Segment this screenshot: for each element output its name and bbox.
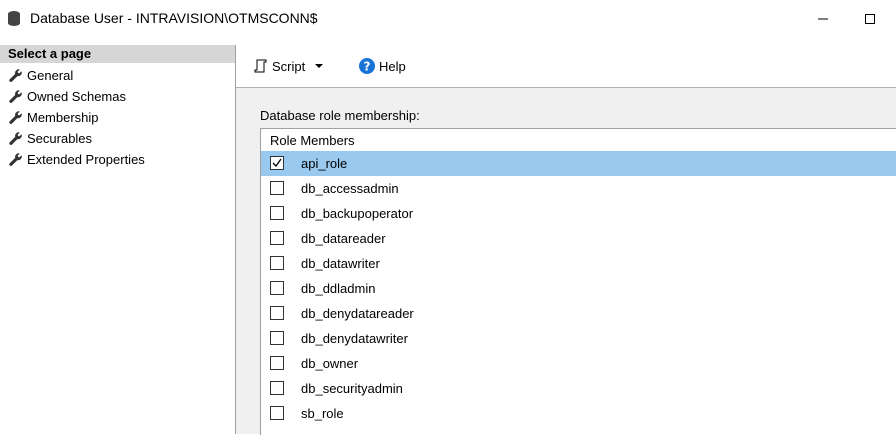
role-checkbox[interactable] [270,231,284,245]
select-page-label: Select a page [8,46,92,61]
role-checkbox[interactable] [270,181,284,195]
page-list: General Owned Schemas Membership Securab… [0,65,235,170]
script-button[interactable]: Script [254,56,325,76]
role-checkbox[interactable] [270,356,284,370]
wrench-icon [9,110,22,124]
page-item-extended-properties[interactable]: Extended Properties [0,149,235,170]
minimize-icon [818,18,828,20]
role-name: db_owner [301,356,359,371]
help-icon: ? [359,58,375,74]
page-item-general[interactable]: General [0,65,235,86]
role-checkbox[interactable] [270,206,284,220]
toolbar: Script ? Help [236,45,896,88]
role-name: db_securityadmin [301,381,403,396]
dropdown-arrow-icon [315,64,324,68]
table-row[interactable]: db_securityadmin [261,376,896,401]
select-page-header: Select a page [0,45,235,63]
table-row[interactable]: db_ddladmin [261,276,896,301]
role-checkbox[interactable] [270,256,284,270]
role-name: db_denydatawriter [301,331,408,346]
maximize-icon [865,14,875,24]
column-header-role-members: Role Members [270,133,355,148]
wrench-icon [9,152,22,166]
help-button[interactable]: ? Help [359,56,406,76]
role-rows: api_role db_accessadmin db_backupoperatord… [261,151,896,426]
role-name: db_denydatareader [301,306,414,321]
table-row[interactable]: sb_role [261,401,896,426]
page-item-label: Owned Schemas [27,89,126,104]
role-name: db_datareader [301,231,386,246]
database-icon [8,11,20,26]
minimize-button[interactable] [800,0,846,38]
table-row[interactable]: db_denydatawriter [261,326,896,351]
role-name: db_backupoperator [301,206,414,221]
table-row[interactable]: db_datawriter [261,251,896,276]
window-title: Database User - INTRAVISION\OTMSCONN$ [30,10,318,26]
script-label: Script [272,58,306,74]
role-name: db_accessadmin [301,181,399,196]
script-icon [254,59,267,73]
section-label: Database role membership: [260,108,420,123]
page-item-membership[interactable]: Membership [0,107,235,128]
role-name: api_role [301,156,348,171]
wrench-icon [9,68,22,82]
table-row[interactable]: db_datareader [261,226,896,251]
role-name: db_ddladmin [301,281,376,296]
table-row[interactable]: db_owner [261,351,896,376]
page-item-label: Extended Properties [27,152,145,167]
role-name: db_datawriter [301,256,380,271]
membership-content: Database role membership: Role Members a… [236,88,896,435]
title-bar: Database User - INTRAVISION\OTMSCONN$ [0,0,896,38]
role-checkbox[interactable] [270,281,284,295]
role-checkbox[interactable] [270,306,284,320]
table-row[interactable]: db_backupoperator [261,201,896,226]
page-item-label: General [27,68,74,83]
page-item-securables[interactable]: Securables [0,128,235,149]
role-checkbox[interactable] [270,406,284,420]
table-row[interactable]: db_denydatareader [261,301,896,326]
close-button[interactable] [886,0,896,38]
wrench-icon [9,131,22,145]
checkmark-icon [272,158,282,168]
table-row[interactable]: db_accessadmin [261,176,896,201]
role-checkbox[interactable] [270,331,284,345]
page-item-owned-schemas[interactable]: Owned Schemas [0,86,235,107]
page-item-label: Securables [27,131,93,146]
role-members-grid: Role Members api_role db_accessadmin db_ba… [260,128,896,435]
help-label: Help [379,58,406,74]
page-item-label: Membership [27,110,99,125]
svg-text:?: ? [364,60,371,74]
role-checkbox[interactable] [270,156,284,170]
role-checkbox[interactable] [270,381,284,395]
table-row[interactable]: api_role [261,151,896,176]
role-name: sb_role [301,406,344,421]
wrench-icon [9,89,22,103]
page-selector-pane: Select a page General Owned Schemas Memb… [0,45,236,434]
grid-header: Role Members [261,129,896,152]
